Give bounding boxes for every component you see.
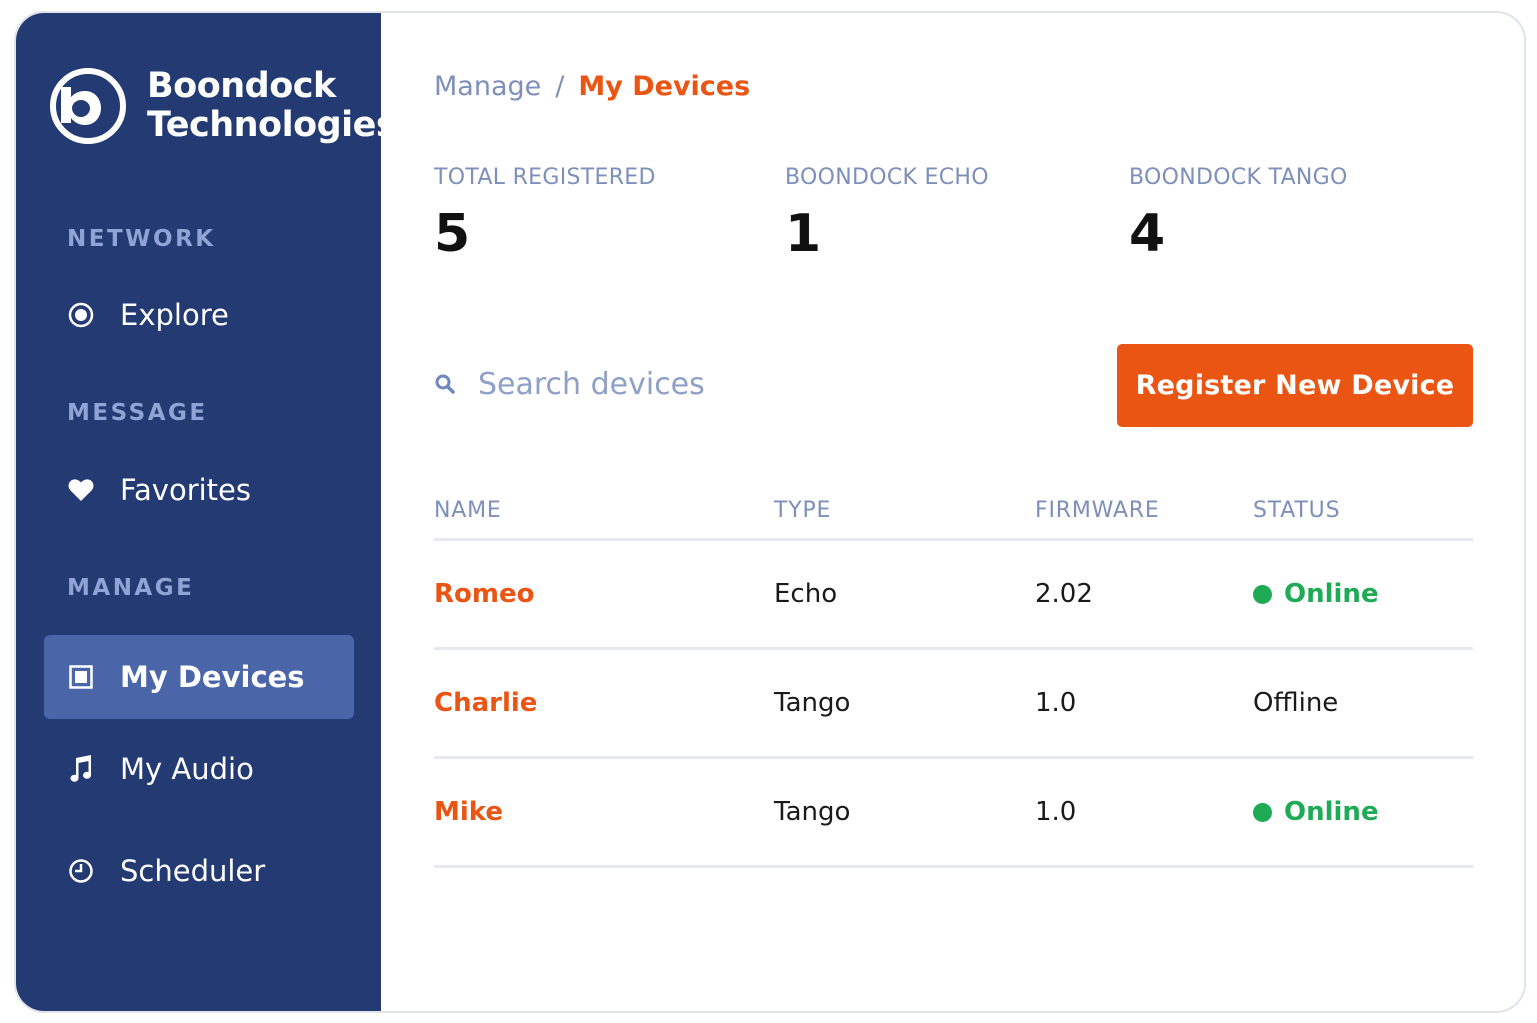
table-row[interactable]: Charlie Tango 1.0 Offline [434,650,1473,759]
breadcrumb-parent-link[interactable]: Manage [434,71,541,102]
column-header-status[interactable]: STATUS [1253,498,1473,523]
search-icon [435,374,455,394]
brand-name: Boondock Technologies [147,66,397,145]
stat-value: 5 [434,204,471,264]
device-firmware: 1.0 [1035,797,1077,827]
sidebar-item-label: Favorites [120,473,251,507]
register-new-device-button[interactable]: Register New Device [1117,344,1473,427]
section-title-message: MESSAGE [67,400,208,426]
sidebar-item-scheduler[interactable]: Scheduler [44,829,354,913]
app-window: Boondock Technologies NETWORK Explore ME… [14,11,1526,1013]
table-row[interactable]: Mike Tango 1.0 Online [434,759,1473,868]
device-name-link[interactable]: Romeo [434,579,534,609]
column-header-firmware[interactable]: FIRMWARE [1035,498,1253,523]
stat-value: 4 [1129,204,1166,264]
column-header-type[interactable]: TYPE [774,498,1035,523]
boondock-b-logo-icon [50,68,126,144]
stat-label: TOTAL REGISTERED [434,165,656,190]
status-text: Online [1284,797,1379,827]
stat-value: 1 [785,204,822,264]
search-input[interactable] [478,366,958,402]
sidebar-item-label: My Audio [120,752,254,786]
brand-name-line2: Technologies [147,105,397,145]
breadcrumb-current: My Devices [578,71,751,102]
stat-boondock-echo: BOONDOCK ECHO 1 [785,165,989,264]
status-badge: Online [1253,579,1473,609]
stat-label: BOONDOCK TANGO [1129,165,1348,190]
brand[interactable]: Boondock Technologies [49,66,397,146]
device-name-link[interactable]: Mike [434,797,503,827]
stat-total-registered: TOTAL REGISTERED 5 [434,165,656,264]
sidebar: Boondock Technologies NETWORK Explore ME… [16,13,397,1011]
sidebar-item-my-devices[interactable]: My Devices [44,635,354,719]
radio-target-icon [67,301,95,329]
search-bar [434,361,994,407]
online-dot-icon [1253,802,1272,822]
sidebar-item-label: Scheduler [120,854,266,888]
clock-icon [67,857,95,885]
breadcrumb-separator: / [555,71,565,102]
section-title-manage: MANAGE [67,575,195,601]
sidebar-item-label: My Devices [120,660,305,694]
device-type: Echo [774,579,838,609]
sidebar-item-label: Explore [120,298,229,332]
table-header: NAME TYPE FIRMWARE STATUS [434,483,1473,541]
column-header-name[interactable]: NAME [434,498,774,523]
status-badge: Offline [1253,688,1473,718]
breadcrumb: Manage / My Devices [434,71,750,102]
device-firmware: 2.02 [1035,579,1093,609]
device-firmware: 1.0 [1035,688,1077,718]
stat-boondock-tango: BOONDOCK TANGO 4 [1129,165,1348,264]
sidebar-item-explore[interactable]: Explore [44,273,354,357]
device-type: Tango [774,797,851,827]
brand-name-line1: Boondock [147,66,336,106]
device-type: Tango [774,688,851,718]
device-name-link[interactable]: Charlie [434,688,537,718]
device-icon [67,663,95,691]
status-text: Offline [1253,688,1339,718]
status-badge: Online [1253,797,1473,827]
section-title-network: NETWORK [67,226,216,252]
main-content: Manage / My Devices TOTAL REGISTERED 5 B… [381,13,1524,1011]
table-row[interactable]: Romeo Echo 2.02 Online [434,541,1473,650]
stat-label: BOONDOCK ECHO [785,165,989,190]
devices-table: NAME TYPE FIRMWARE STATUS Romeo Echo 2.0… [434,483,1473,868]
online-dot-icon [1253,584,1272,604]
sidebar-item-favorites[interactable]: Favorites [44,448,354,532]
heart-icon [67,476,95,504]
music-note-icon [67,755,95,783]
sidebar-item-my-audio[interactable]: My Audio [44,727,354,811]
status-text: Online [1284,579,1379,609]
